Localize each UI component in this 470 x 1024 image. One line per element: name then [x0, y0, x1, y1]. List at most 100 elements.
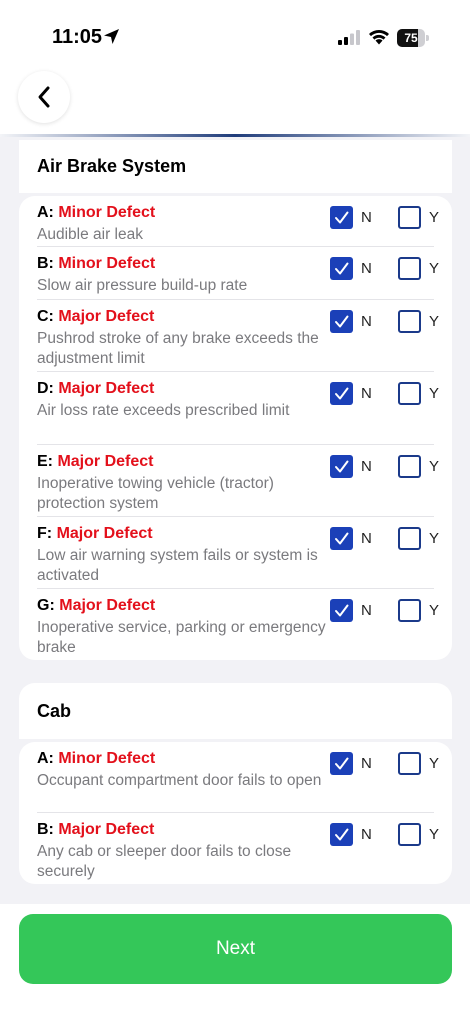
- no-checkbox[interactable]: [330, 206, 353, 229]
- checklist-card-cab: A: Minor Defect Occupant compartment door…: [19, 742, 452, 884]
- cellular-signal-icon: [338, 30, 360, 45]
- wifi-icon: [369, 30, 389, 45]
- item-letter: A:: [37, 750, 54, 767]
- header-area: 11:05 75: [0, 0, 470, 137]
- no-label: N: [361, 458, 372, 475]
- no-checkbox[interactable]: [330, 527, 353, 550]
- back-button[interactable]: [18, 71, 70, 123]
- section-title: Air Brake System: [37, 156, 187, 176]
- row-title: B: Major Defect: [37, 821, 154, 839]
- status-bar: 11:05 75: [0, 0, 470, 70]
- item-letter: E:: [37, 453, 53, 470]
- checklist-row: D: Major Defect Air loss rate exceeds pre…: [19, 372, 452, 445]
- yes-checkbox[interactable]: [398, 527, 421, 550]
- status-time: 11:05: [52, 26, 103, 48]
- row-title: B: Minor Defect: [37, 255, 155, 273]
- item-description: Low air warning system fails or system i…: [37, 547, 318, 584]
- no-checkbox[interactable]: [330, 752, 353, 775]
- row-title: A: Minor Defect: [37, 750, 155, 768]
- item-description: Any cab or sleeper door fails to close s…: [37, 843, 292, 880]
- checkmark-icon: [335, 387, 349, 400]
- checkmark-icon: [335, 262, 349, 275]
- row-title: F: Major Defect: [37, 525, 153, 543]
- yes-label: Y: [429, 530, 440, 547]
- severity-label: Minor Defect: [58, 750, 156, 767]
- no-checkbox[interactable]: [330, 823, 353, 846]
- yes-checkbox[interactable]: [398, 752, 421, 775]
- checkmark-icon: [335, 604, 349, 617]
- yes-checkbox[interactable]: [398, 310, 421, 333]
- row-title: A: Minor Defect: [37, 204, 155, 222]
- location-arrow-icon: [104, 29, 119, 44]
- checklist-row: G: Major Defect Inoperative service, park…: [19, 589, 452, 660]
- checklist-row: B: Minor Defect Slow air pressure build-u…: [19, 247, 452, 300]
- no-checkbox[interactable]: [330, 382, 353, 405]
- no-checkbox[interactable]: [330, 257, 353, 280]
- row-title: D: Major Defect: [37, 380, 154, 398]
- yes-checkbox[interactable]: [398, 206, 421, 229]
- checkmark-icon: [335, 828, 349, 841]
- checklist-card-air-brake: A: Minor Defect Audible air leak N Y B: Mino…: [19, 196, 452, 660]
- item-letter: G:: [37, 597, 55, 614]
- chevron-left-icon: [38, 86, 50, 108]
- yes-label: Y: [429, 458, 440, 475]
- yes-label: Y: [429, 313, 440, 330]
- severity-label: Major Defect: [59, 597, 156, 614]
- severity-label: Minor Defect: [58, 204, 156, 221]
- item-description: Pushrod stroke of any brake exceeds the …: [37, 330, 319, 367]
- yes-label: Y: [429, 209, 440, 226]
- item-letter: F:: [37, 525, 53, 542]
- yes-checkbox[interactable]: [398, 257, 421, 280]
- section-header-air-brake: Air Brake System: [19, 140, 452, 193]
- yes-label: Y: [429, 385, 440, 402]
- no-checkbox[interactable]: [330, 599, 353, 622]
- checkmark-icon: [335, 532, 349, 545]
- battery-icon: 75: [397, 29, 430, 47]
- next-button[interactable]: Next: [19, 914, 452, 984]
- item-description: Inoperative service, parking or emergenc…: [37, 619, 326, 656]
- severity-label: Major Defect: [58, 821, 155, 838]
- no-label: N: [361, 313, 372, 330]
- yes-checkbox[interactable]: [398, 823, 421, 846]
- checklist-row: E: Major Defect Inoperative towing vehicl…: [19, 445, 452, 517]
- section-header-cab: Cab: [19, 683, 452, 739]
- checklist-row: C: Major Defect Pushrod stroke of any bra…: [19, 300, 452, 372]
- section-title: Cab: [37, 700, 72, 721]
- item-description: Inoperative towing vehicle (tractor) pro…: [37, 475, 274, 512]
- yes-label: Y: [429, 260, 440, 277]
- checklist-row: A: Minor Defect Audible air leak N Y: [19, 196, 452, 247]
- no-label: N: [361, 209, 372, 226]
- item-letter: D:: [37, 380, 54, 397]
- severity-label: Major Defect: [57, 453, 154, 470]
- severity-label: Major Defect: [56, 525, 153, 542]
- severity-label: Major Defect: [58, 308, 155, 325]
- no-checkbox[interactable]: [330, 455, 353, 478]
- yes-label: Y: [429, 755, 440, 772]
- no-checkbox[interactable]: [330, 310, 353, 333]
- yes-checkbox[interactable]: [398, 599, 421, 622]
- row-title: C: Major Defect: [37, 308, 154, 326]
- checkmark-icon: [335, 460, 349, 473]
- item-letter: B:: [37, 821, 54, 838]
- severity-label: Minor Defect: [58, 255, 156, 272]
- checklist-row: F: Major Defect Low air warning system fa…: [19, 517, 452, 589]
- item-description: Air loss rate exceeds prescribed limit: [37, 402, 290, 419]
- severity-label: Major Defect: [58, 380, 155, 397]
- header-divider: [0, 134, 470, 137]
- checkmark-icon: [335, 315, 349, 328]
- yes-checkbox[interactable]: [398, 455, 421, 478]
- no-label: N: [361, 260, 372, 277]
- yes-label: Y: [429, 602, 440, 619]
- no-label: N: [361, 755, 372, 772]
- yes-label: Y: [429, 826, 440, 843]
- checkmark-icon: [335, 757, 349, 770]
- item-description: Slow air pressure build-up rate: [37, 277, 248, 294]
- row-title: E: Major Defect: [37, 453, 153, 471]
- no-label: N: [361, 826, 372, 843]
- yes-checkbox[interactable]: [398, 382, 421, 405]
- item-letter: B:: [37, 255, 54, 272]
- item-description: Audible air leak: [37, 226, 143, 243]
- checkmark-icon: [335, 211, 349, 224]
- checklist-row: A: Minor Defect Occupant compartment door…: [19, 742, 452, 813]
- battery-level-text: 75: [404, 31, 418, 45]
